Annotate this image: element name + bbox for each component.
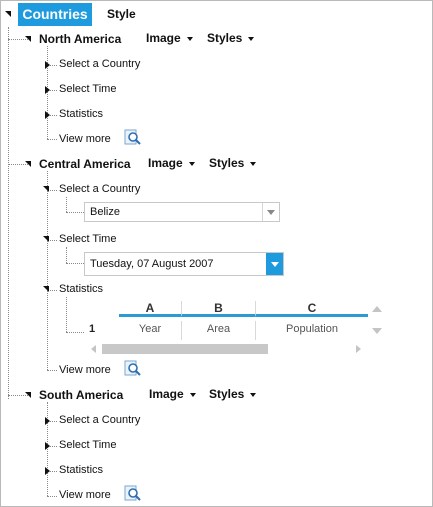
country-combobox-value: Belize [90, 206, 120, 218]
country-combobox[interactable]: Belize [84, 202, 280, 222]
statistics-grid: A B C 1 Year Area Population [84, 301, 384, 357]
expand-statistics-icon[interactable] [45, 111, 50, 119]
scroll-up-icon[interactable] [372, 306, 382, 312]
south-america-styles-menu[interactable]: Styles [209, 387, 257, 401]
grid-row-number: 1 [89, 323, 96, 335]
ca-select-country[interactable]: Select a Country [59, 183, 140, 195]
image-menu-label: Image [149, 387, 184, 401]
expand-select-time-icon[interactable] [45, 86, 50, 94]
date-picker[interactable]: Tuesday, 07 August 2007 [84, 252, 284, 276]
image-menu-label: Image [148, 156, 183, 170]
collapse-all-icon[interactable] [5, 11, 11, 17]
tree-line [47, 370, 57, 371]
expand-central-america-icon[interactable] [25, 161, 31, 167]
expand-select-country-icon[interactable] [45, 61, 50, 69]
north-america-image-menu[interactable]: Image [146, 31, 193, 45]
scroll-right-icon[interactable] [356, 345, 361, 353]
chevron-down-icon [250, 392, 257, 397]
chevron-down-icon [188, 161, 195, 166]
chevron-down-icon [189, 392, 196, 397]
na-select-country[interactable]: Select a Country [59, 58, 140, 70]
ca-select-time[interactable]: Select Time [59, 233, 116, 245]
grid-column-header-a[interactable]: A [119, 301, 182, 317]
sa-statistics[interactable]: Statistics [59, 464, 103, 476]
sa-select-country[interactable]: Select a Country [59, 414, 140, 426]
grid-column-header-b[interactable]: B [182, 301, 256, 317]
chevron-down-icon [248, 36, 255, 41]
magnifier-icon[interactable] [124, 129, 142, 147]
grid-cell-population[interactable]: Population [256, 321, 368, 340]
tree-line [47, 496, 57, 497]
region-south-america[interactable]: South America [39, 388, 123, 402]
horizontal-scrollbar-thumb[interactable] [102, 344, 268, 354]
magnifier-icon[interactable] [124, 360, 142, 378]
styles-menu-label: Styles [209, 387, 245, 401]
north-america-styles-menu[interactable]: Styles [207, 31, 255, 45]
central-america-image-menu[interactable]: Image [148, 156, 195, 170]
expand-south-america-icon[interactable] [25, 392, 31, 398]
tree-line [66, 332, 84, 333]
chevron-down-icon [267, 210, 275, 215]
scroll-left-icon[interactable] [91, 345, 96, 353]
tab-countries[interactable]: Countries [18, 3, 92, 26]
ca-statistics[interactable]: Statistics [59, 283, 103, 295]
tree-line [66, 247, 67, 263]
expand-select-country-icon[interactable] [45, 417, 50, 425]
sa-view-more[interactable]: View more [59, 489, 111, 501]
tab-style[interactable]: Style [107, 3, 136, 26]
country-dropdown-button[interactable] [262, 203, 279, 221]
region-north-america[interactable]: North America [39, 32, 121, 46]
styles-menu-label: Styles [207, 31, 243, 45]
chevron-down-icon [186, 36, 193, 41]
tree-panel: Countries Style North America Image Styl… [0, 0, 433, 507]
magnifier-icon[interactable] [124, 485, 142, 503]
expand-north-america-icon[interactable] [25, 36, 31, 42]
tree-line [66, 263, 84, 264]
tree-line [8, 27, 9, 399]
tree-line [66, 197, 67, 212]
na-view-more[interactable]: View more [59, 133, 111, 145]
tree-line [47, 139, 57, 140]
date-picker-value: Tuesday, 07 August 2007 [90, 258, 214, 270]
expand-select-time-icon[interactable] [45, 442, 50, 450]
chevron-down-icon [271, 262, 279, 267]
central-america-styles-menu[interactable]: Styles [209, 156, 257, 170]
top-menu-bar: Countries Style [1, 1, 432, 27]
sa-select-time[interactable]: Select Time [59, 439, 116, 451]
tree-line [66, 297, 67, 332]
styles-menu-label: Styles [209, 156, 245, 170]
chevron-down-icon [250, 161, 257, 166]
na-select-time[interactable]: Select Time [59, 83, 116, 95]
image-menu-label: Image [146, 31, 181, 45]
collapse-select-country-icon[interactable] [43, 186, 49, 192]
tree-line [66, 212, 84, 213]
grid-column-header-c[interactable]: C [256, 301, 368, 317]
expand-statistics-icon[interactable] [45, 467, 50, 475]
collapse-select-time-icon[interactable] [43, 236, 49, 242]
south-america-image-menu[interactable]: Image [149, 387, 196, 401]
collapse-statistics-icon[interactable] [43, 286, 49, 292]
scroll-down-icon[interactable] [372, 328, 382, 334]
region-central-america[interactable]: Central America [39, 157, 131, 171]
tree-line [47, 171, 48, 370]
grid-cell-year[interactable]: Year [119, 321, 182, 340]
date-dropdown-button[interactable] [266, 253, 283, 275]
grid-cell-area[interactable]: Area [182, 321, 256, 340]
ca-view-more[interactable]: View more [59, 364, 111, 376]
na-statistics[interactable]: Statistics [59, 108, 103, 120]
